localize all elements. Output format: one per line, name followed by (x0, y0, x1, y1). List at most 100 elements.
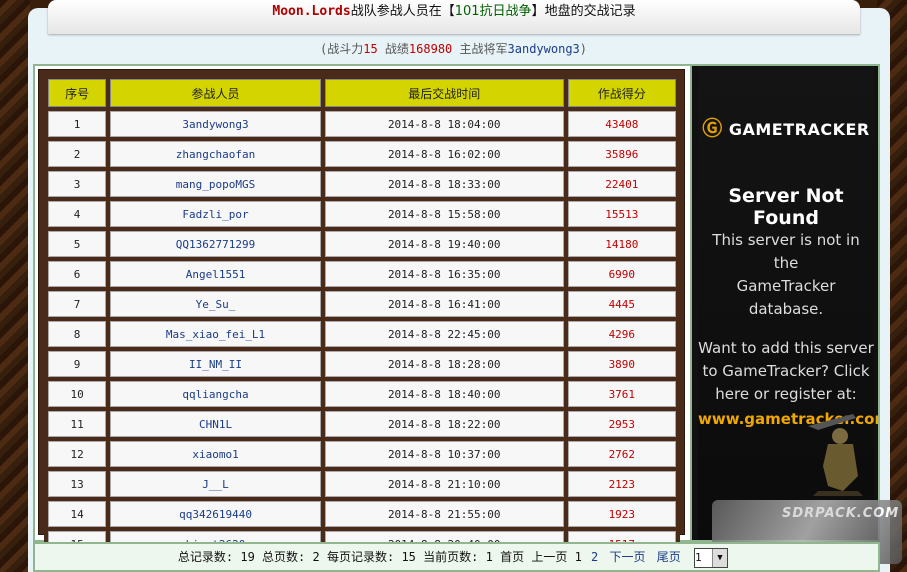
page-2-link[interactable]: 2 (591, 550, 598, 564)
current-page: 1 (485, 550, 493, 564)
prev-page-link[interactable]: 上一页 (531, 550, 567, 564)
banner-line-2: GameTracker database. (736, 277, 836, 318)
cell-participant: Ye_Su_ (110, 291, 321, 317)
cell-no: 2 (48, 141, 107, 167)
cell-time: 2014-8-8 18:22:00 (324, 411, 564, 437)
cell-score: 43408 (567, 111, 676, 137)
cell-score: 6990 (567, 261, 676, 287)
stats-general-label: 主战将军 (452, 42, 508, 56)
cell-no: 13 (48, 471, 107, 497)
cell-time: 2014-8-8 22:45:00 (324, 321, 564, 347)
banner-body: Ⓖ GAMETRACKER Server Not Found This serv… (698, 66, 878, 540)
total-pages-label: 总页数: (262, 550, 306, 564)
table-row: 4 Fadzli_por 2014-8-8 15:58:00 15513 (48, 201, 676, 227)
next-page-link[interactable]: 下一页 (610, 550, 646, 564)
cell-participant: mang_popoMGS (110, 171, 321, 197)
table-row: 14 qq342619440 2014-8-8 21:55:00 1923 (48, 501, 676, 527)
cell-score: 3761 (567, 381, 676, 407)
cell-participant: qqliangcha (110, 381, 321, 407)
title-bracket-open: 【 (441, 4, 455, 19)
cell-score: 15513 (567, 201, 676, 227)
cell-score: 14180 (567, 231, 676, 257)
table-row: 6 Angel1551 2014-8-8 16:35:00 6990 (48, 261, 676, 287)
cell-score: 2123 (567, 471, 676, 497)
cell-no: 6 (48, 261, 107, 287)
territory-name: 101抗日战争 (454, 4, 532, 19)
gametracker-logo-text: GAMETRACKER (728, 120, 870, 139)
gametracker-banner[interactable]: Ⓖ GAMETRACKER Server Not Found This serv… (690, 64, 880, 542)
cell-participant: 3andywong3 (110, 111, 321, 137)
table-row: 8 Mas_xiao_fei_L1 2014-8-8 22:45:00 4296 (48, 321, 676, 347)
stats-record: 168980 (408, 42, 453, 56)
cell-no: 10 (48, 381, 107, 407)
cell-no: 1 (48, 111, 107, 137)
pagination-bar: 总记录数: 19 总页数: 2 每页记录数: 15 当前页数: 1 首页 上一页… (33, 542, 880, 572)
cell-no: 5 (48, 231, 107, 257)
header-participant: 参战人员 (110, 79, 321, 107)
cell-score: 35896 (567, 141, 676, 167)
cell-participant: zhangchaofan (110, 141, 321, 167)
records-container: 序号 参战人员 最后交战时间 作战得分 1 3andywong3 2014-8-8 … (33, 64, 692, 561)
per-page: 15 (401, 550, 416, 564)
title-text-1: 战队参战人员在 (350, 4, 442, 19)
cell-time: 2014-8-8 21:55:00 (324, 501, 564, 527)
table-row: 10 qqliangcha 2014-8-8 18:40:00 3761 (48, 381, 676, 407)
cell-score: 2953 (567, 411, 676, 437)
cell-no: 4 (48, 201, 107, 227)
cell-participant: Angel1551 (110, 261, 321, 287)
gametracker-logo: Ⓖ GAMETRACKER (698, 112, 874, 141)
page-select-value: 1 (695, 550, 702, 564)
table-row: 12 xiaomo1 2014-8-8 10:37:00 2762 (48, 441, 676, 467)
records-frame: 序号 参战人员 最后交战时间 作战得分 1 3andywong3 2014-8-8 … (38, 69, 685, 561)
table-row: 7 Ye_Su_ 2014-8-8 16:41:00 4445 (48, 291, 676, 317)
cell-participant: Fadzli_por (110, 201, 321, 227)
cell-score: 4445 (567, 291, 676, 317)
watermark-text: SDRPACK.COM (782, 506, 900, 521)
total-records: 19 (240, 550, 255, 564)
cell-participant: II_NM_II (110, 351, 321, 377)
cell-time: 2014-8-8 18:33:00 (324, 171, 564, 197)
cell-time: 2014-8-8 18:40:00 (324, 381, 564, 407)
cell-score: 4296 (567, 321, 676, 347)
cell-time: 2014-8-8 10:37:00 (324, 441, 564, 467)
banner-heading: Server Not Found (728, 185, 844, 229)
team-name: Moon.Lords (272, 4, 351, 19)
cell-time: 2014-8-8 18:04:00 (324, 111, 564, 137)
page-1-link[interactable]: 1 (575, 550, 582, 564)
cell-time: 2014-8-8 16:41:00 (324, 291, 564, 317)
gametracker-logo-icon: Ⓖ (702, 116, 723, 140)
total-pages: 2 (312, 550, 320, 564)
stats-power: 15 (363, 42, 378, 56)
stats-general: 3andywong3 (507, 42, 580, 56)
page-select[interactable]: 1 ▼ (694, 547, 728, 568)
cell-participant: qq342619440 (110, 501, 321, 527)
table-row: 1 3andywong3 2014-8-8 18:04:00 43408 (48, 111, 676, 137)
cell-score: 1923 (567, 501, 676, 527)
cell-no: 11 (48, 411, 107, 437)
left-frame-border (0, 0, 30, 572)
cell-no: 12 (48, 441, 107, 467)
cell-no: 7 (48, 291, 107, 317)
table-header-row: 序号 参战人员 最后交战时间 作战得分 (48, 79, 676, 107)
cell-time: 2014-8-8 15:58:00 (324, 201, 564, 227)
soldier-icon (808, 414, 863, 496)
cell-participant: xiaomo1 (110, 441, 321, 467)
cell-score: 22401 (567, 171, 676, 197)
page-title: Moon.Lords战队参战人员在【101抗日战争】地盘的交战记录 (48, 0, 860, 34)
cell-time: 2014-8-8 16:02:00 (324, 141, 564, 167)
stats-record-label: 战绩 (377, 42, 409, 56)
last-page-link[interactable]: 尾页 (657, 550, 681, 564)
title-text-2: 地盘的交战记录 (544, 4, 636, 19)
table-row: 5 QQ1362771299 2014-8-8 19:40:00 14180 (48, 231, 676, 257)
title-bracket-close: 】 (531, 4, 545, 19)
cell-no: 8 (48, 321, 107, 347)
cell-time: 2014-8-8 21:10:00 (324, 471, 564, 497)
banner-line-4: to GameTracker? Click (702, 362, 870, 380)
stats-close: ) (579, 42, 587, 56)
cell-no: 9 (48, 351, 107, 377)
cell-participant: J__L (110, 471, 321, 497)
header-last-battle-time: 最后交战时间 (324, 79, 564, 107)
first-page-link[interactable]: 首页 (500, 550, 524, 564)
cell-no: 14 (48, 501, 107, 527)
table-row: 13 J__L 2014-8-8 21:10:00 2123 (48, 471, 676, 497)
